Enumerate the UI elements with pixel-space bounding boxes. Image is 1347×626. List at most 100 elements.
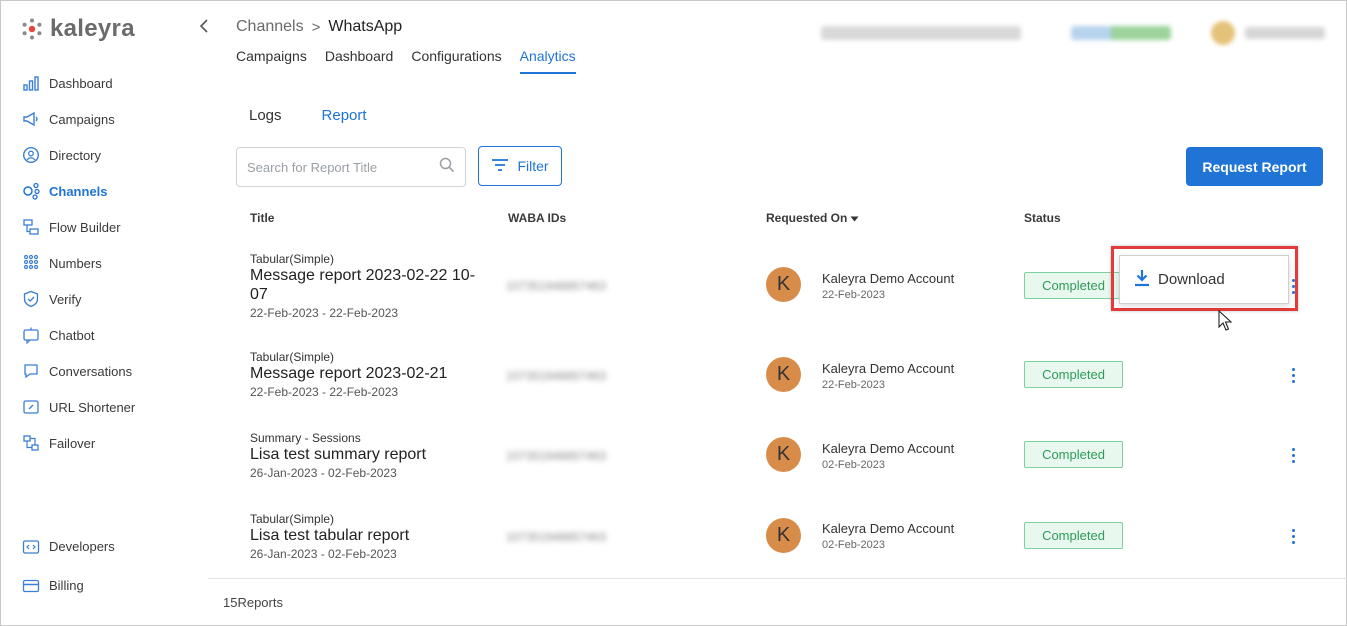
user-name-blurred[interactable] bbox=[1245, 27, 1325, 39]
requested-on-cell: Kaleyra Demo Account 22-Feb-2023 bbox=[822, 361, 954, 391]
breadcrumb-parent[interactable]: Channels bbox=[236, 18, 304, 36]
sidebar-item-url-shortener[interactable]: URL Shortener bbox=[21, 389, 135, 425]
sidebar-item-label: Verify bbox=[49, 291, 82, 307]
requested-on-cell: Kaleyra Demo Account 02-Feb-2023 bbox=[822, 441, 954, 471]
sidebar-item-label: Channels bbox=[49, 183, 108, 199]
waba-id: 107351948857463 bbox=[506, 530, 607, 544]
table-row: Summary - Sessions Lisa test summary rep… bbox=[208, 426, 1347, 506]
waba-id: 107351948857463 bbox=[506, 279, 607, 293]
bar-chart-icon bbox=[21, 73, 41, 93]
tab-configurations[interactable]: Configurations bbox=[411, 48, 501, 74]
sidebar-item-directory[interactable]: Directory bbox=[21, 137, 135, 173]
sidebar-item-flow-builder[interactable]: Flow Builder bbox=[21, 209, 135, 245]
report-type: Tabular(Simple) bbox=[250, 512, 335, 526]
more-options-icon[interactable] bbox=[1285, 443, 1301, 467]
search-input[interactable] bbox=[247, 159, 439, 175]
chatbot-icon bbox=[21, 325, 41, 345]
sidebar-item-label: Numbers bbox=[49, 255, 102, 271]
shield-icon bbox=[21, 289, 41, 309]
chat-bubble-icon bbox=[21, 361, 41, 381]
sidebar-item-failover[interactable]: Failover bbox=[21, 425, 135, 461]
link-icon bbox=[21, 397, 41, 417]
megaphone-icon bbox=[21, 109, 41, 129]
sidebar-item-conversations[interactable]: Conversations bbox=[21, 353, 135, 389]
account-selector-blurred[interactable] bbox=[821, 26, 1021, 40]
tab-campaigns[interactable]: Campaigns bbox=[236, 48, 307, 74]
requested-date: 22-Feb-2023 bbox=[822, 379, 885, 391]
sidebar-item-label: Conversations bbox=[49, 363, 133, 379]
sidebar-item-label: Campaigns bbox=[49, 111, 115, 127]
sidebar-item-channels[interactable]: Channels bbox=[21, 173, 135, 209]
tab-analytics[interactable]: Analytics bbox=[519, 48, 576, 74]
requested-date: 02-Feb-2023 bbox=[822, 539, 885, 551]
report-name: Message report 2023-02-22 10-07 bbox=[250, 267, 476, 303]
report-search[interactable] bbox=[236, 147, 466, 187]
download-icon bbox=[1134, 269, 1150, 291]
mouse-cursor-icon bbox=[1218, 309, 1233, 337]
more-options-icon[interactable] bbox=[1285, 363, 1301, 387]
requested-date: 22-Feb-2023 bbox=[822, 289, 885, 301]
tab-dashboard[interactable]: Dashboard bbox=[325, 48, 394, 74]
sidebar-item-verify[interactable]: Verify bbox=[21, 281, 135, 317]
status-badge: Completed bbox=[1024, 522, 1123, 549]
chevron-left-icon bbox=[199, 19, 208, 33]
requester-name: Kaleyra Demo Account bbox=[822, 521, 955, 536]
contact-icon bbox=[21, 145, 41, 165]
sidebar-bottom-nav: Developers Billing bbox=[21, 527, 115, 605]
report-date-range: 22-Feb-2023 - 22-Feb-2023 bbox=[250, 385, 399, 399]
avatar: K bbox=[766, 518, 801, 553]
table-row: Tabular(Simple) Lisa test tabular report… bbox=[208, 506, 1347, 586]
channels-icon bbox=[21, 181, 41, 201]
column-header-title: Title bbox=[250, 211, 275, 225]
sidebar-item-billing[interactable]: Billing bbox=[21, 566, 115, 605]
collapse-sidebar-button[interactable] bbox=[199, 19, 209, 38]
sidebar-item-label: Developers bbox=[49, 539, 115, 554]
balance-blurred bbox=[1071, 26, 1171, 40]
report-name: Lisa test summary report bbox=[250, 446, 427, 463]
failover-icon bbox=[21, 433, 41, 453]
sidebar-item-numbers[interactable]: Numbers bbox=[21, 245, 135, 281]
sort-down-icon[interactable] bbox=[850, 211, 859, 225]
footer-divider bbox=[208, 578, 1347, 579]
sidebar-item-label: Flow Builder bbox=[49, 219, 121, 235]
column-header-label: Requested On bbox=[766, 211, 848, 225]
search-icon[interactable] bbox=[439, 157, 455, 178]
report-date-range: 26-Jan-2023 - 02-Feb-2023 bbox=[250, 466, 397, 480]
column-header-status: Status bbox=[1024, 211, 1061, 225]
filter-button[interactable]: Filter bbox=[478, 146, 562, 186]
tab-logs[interactable]: Logs bbox=[249, 107, 282, 124]
report-name: Message report 2023-02-21 bbox=[250, 365, 448, 382]
user-avatar[interactable] bbox=[1211, 21, 1235, 45]
sidebar-item-developers[interactable]: Developers bbox=[21, 527, 115, 566]
sidebar-item-label: Directory bbox=[49, 147, 102, 163]
column-header-requested-on[interactable]: Requested On bbox=[766, 211, 859, 225]
sidebar-item-dashboard[interactable]: Dashboard bbox=[21, 65, 135, 101]
more-options-icon[interactable] bbox=[1285, 524, 1301, 548]
report-title-cell: Summary - Sessions Lisa test summary rep… bbox=[250, 431, 426, 480]
report-title-cell: Tabular(Simple) Message report 2023-02-2… bbox=[250, 252, 490, 320]
waba-id: 107351948857463 bbox=[506, 369, 607, 383]
report-date-range: 22-Feb-2023 - 22-Feb-2023 bbox=[250, 306, 399, 320]
download-menu-item[interactable]: Download bbox=[1119, 255, 1289, 304]
brand-name: kaleyra bbox=[50, 15, 135, 42]
tab-report[interactable]: Report bbox=[322, 107, 367, 124]
sidebar-item-chatbot[interactable]: Chatbot bbox=[21, 317, 135, 353]
request-report-button[interactable]: Request Report bbox=[1186, 147, 1323, 186]
requester-name: Kaleyra Demo Account bbox=[822, 271, 955, 286]
sidebar-item-campaigns[interactable]: Campaigns bbox=[21, 101, 135, 137]
analytics-sub-tabs: Logs Report bbox=[249, 107, 367, 124]
status-badge: Completed bbox=[1024, 272, 1123, 299]
card-icon bbox=[21, 576, 41, 596]
avatar: K bbox=[766, 357, 801, 392]
report-type: Tabular(Simple) bbox=[250, 350, 335, 364]
waba-id: 107351948857463 bbox=[506, 449, 607, 463]
report-type: Summary - Sessions bbox=[250, 431, 361, 445]
report-name: Lisa test tabular report bbox=[250, 527, 410, 544]
brand-logo[interactable]: kaleyra bbox=[21, 15, 135, 43]
code-icon bbox=[21, 537, 41, 557]
status-badge: Completed bbox=[1024, 441, 1123, 468]
breadcrumb-current: WhatsApp bbox=[328, 18, 403, 35]
sidebar-item-label: Billing bbox=[49, 578, 84, 593]
sidebar-nav: Dashboard Campaigns Directory Channels F… bbox=[21, 65, 135, 461]
sidebar-item-label: Dashboard bbox=[49, 75, 113, 91]
